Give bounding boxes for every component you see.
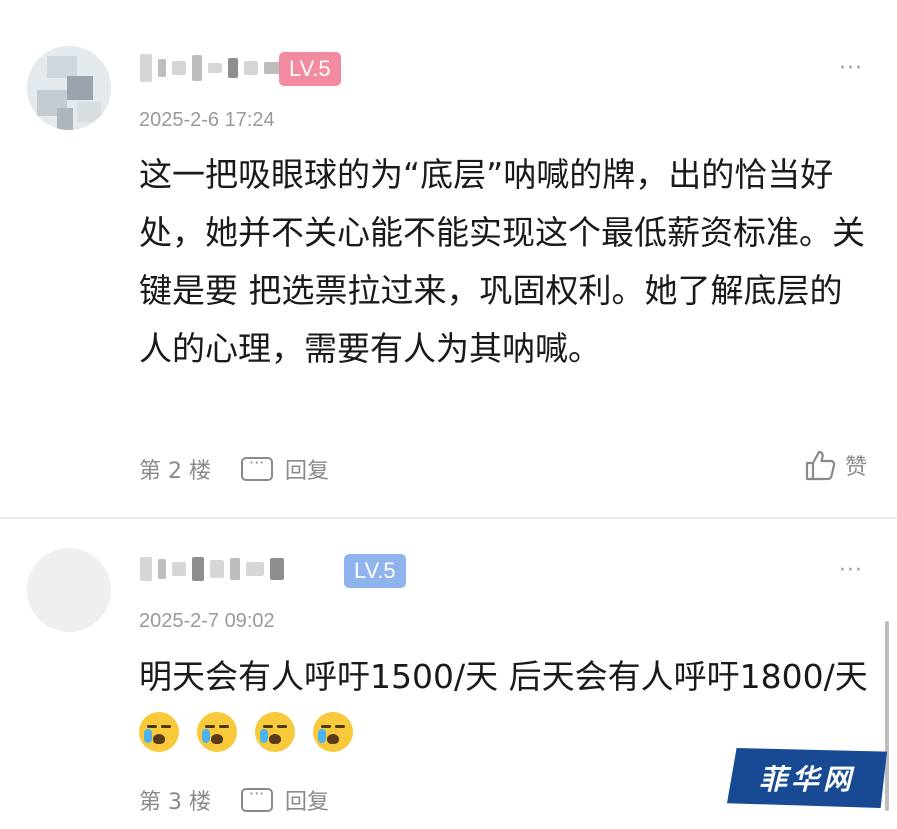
more-icon[interactable]: ··· [839, 56, 863, 81]
floor-label: 第 2 楼 [139, 459, 211, 484]
watermark-logo: 菲华网 [727, 748, 887, 808]
crying-emoji-icon [255, 712, 295, 752]
comment-divider [0, 517, 897, 519]
like-button[interactable]: 赞 [803, 448, 867, 482]
reply-label: 回复 [284, 459, 329, 484]
like-label: 赞 [844, 455, 867, 480]
more-icon[interactable]: ··· [839, 558, 863, 583]
reply-button[interactable]: 回复 [240, 453, 329, 485]
thumb-up-icon [805, 450, 836, 481]
comment-text-content: 明天会有人呼吁1500/天 后天会有人呼吁1800/天 [139, 657, 868, 696]
comment-item: LV.5 ··· 2025-2-6 17:24 这一把吸眼球的为“底层”呐喊的牌… [0, 0, 897, 518]
comment-text: 明天会有人呼吁1500/天 后天会有人呼吁1800/天 [139, 648, 869, 764]
level-badge: LV.5 [279, 52, 341, 86]
crying-emoji-icon [197, 712, 237, 752]
username-redacted[interactable] [140, 549, 284, 589]
floor-label: 第 3 楼 [139, 790, 211, 815]
comment-footer: 第 3 楼 回复 [139, 782, 329, 818]
level-badge: LV.5 [344, 554, 406, 588]
comment-timestamp: 2025-2-7 09:02 [139, 610, 275, 632]
crying-emoji-icon [313, 712, 353, 752]
username-redacted[interactable] [140, 48, 294, 88]
crying-emoji-icon [139, 712, 179, 752]
scrollbar[interactable] [885, 621, 889, 811]
comment-timestamp: 2025-2-6 17:24 [139, 109, 275, 131]
reply-label: 回复 [284, 790, 329, 815]
reply-button[interactable]: 回复 [240, 784, 329, 816]
avatar[interactable] [27, 548, 111, 632]
reply-icon [240, 453, 273, 481]
reply-icon [240, 784, 273, 812]
avatar[interactable] [27, 46, 111, 130]
comment-footer: 第 2 楼 回复 [139, 451, 329, 487]
comment-text: 这一把吸眼球的为“底层”呐喊的牌，出的恰当好处，她并不关心能不能实现这个最低薪资… [139, 155, 865, 368]
